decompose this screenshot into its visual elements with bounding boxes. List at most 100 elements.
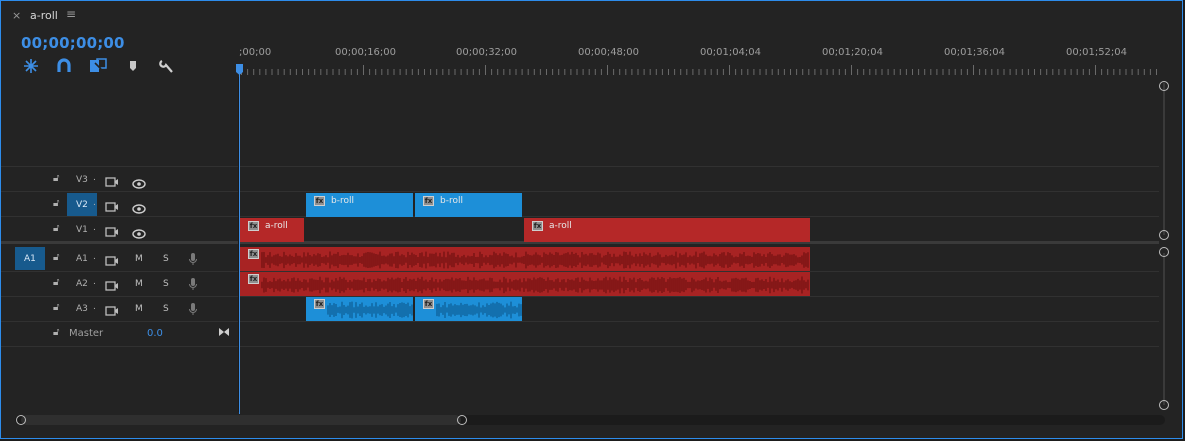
track-header-a2: 🔓︎ A2 . M S [1,272,238,296]
go-to-in-out-icon[interactable] [218,323,230,342]
scroll-handle-top[interactable] [1159,247,1169,257]
audio-clip-a3-b-roll[interactable]: fx [415,297,522,321]
clip-label: b-roll [331,196,354,206]
mute-button[interactable]: M [135,304,143,314]
mute-button[interactable]: M [135,279,143,289]
audio-clip-a1[interactable]: fx [240,247,810,271]
playhead-line [239,64,240,414]
marker-icon[interactable] [124,58,142,74]
track-label[interactable]: A2 [76,279,88,289]
horizontal-scrollbar-thumb[interactable] [21,415,461,425]
clip-label: a-roll [265,221,288,231]
ruler-label: 00;01;52;04 [1066,47,1128,58]
lock-icon[interactable]: 🔓︎ [53,252,59,263]
video-clip-b-roll[interactable]: fx b-roll [306,193,413,217]
ruler-label: 00;01;36;04 [944,47,1006,58]
playhead-handle[interactable] [236,61,244,80]
ruler-label: 00;01;20;04 [822,47,884,58]
lock-icon[interactable]: 🔓︎ [53,277,59,288]
source-patch-a1[interactable]: A1 [15,247,45,270]
playhead-timecode[interactable]: 00;00;00;00 [21,34,125,52]
tab-bar: × a-roll ≡ [1,1,1182,31]
fx-badge-icon: fx [532,221,543,231]
clip-label: b-roll [440,196,463,206]
sync-lock-icon[interactable] [105,277,119,296]
track-divider [1,346,1159,347]
sequence-tab-title[interactable]: a-roll [30,9,58,22]
waveform-path [327,301,413,319]
solo-button[interactable]: S [163,254,169,264]
timeline-panel: × a-roll ≡ 00;00;00;00 ;00;00 00;00;16;0… [0,0,1183,439]
sync-lock-icon[interactable] [105,173,119,192]
master-volume-value[interactable]: 0.0 [147,328,163,339]
clip-label: a-roll [549,221,572,231]
eye-icon[interactable] [132,199,146,218]
track-header-v2: 🔓︎ V2 . [1,193,238,217]
scroll-handle-top[interactable] [1159,81,1169,91]
track-label[interactable]: A1 [76,254,88,264]
lock-icon[interactable]: 🔓︎ [53,302,59,313]
solo-button[interactable]: S [163,304,169,314]
microphone-icon[interactable] [188,301,198,320]
zoom-handle-left[interactable] [16,415,26,425]
microphone-icon[interactable] [188,251,198,270]
waveform-path [261,276,809,294]
master-label: Master [69,328,104,339]
track-header-v3: 🔓︎ V3 . [1,168,238,192]
lock-icon[interactable]: 🔓︎ [53,173,59,184]
track-label[interactable]: A3 [76,304,88,314]
audio-waveform [261,251,809,269]
waveform-path [436,301,522,319]
audio-clip-a3-b-roll[interactable]: fx [306,297,413,321]
sync-lock-icon[interactable] [105,252,119,271]
close-icon[interactable]: × [12,9,21,22]
fx-badge-icon: fx [423,196,434,206]
sync-lock-icon[interactable] [105,198,119,217]
video-vertical-scrollbar[interactable] [1163,83,1165,235]
audio-clip-a2[interactable]: fx [240,272,810,296]
linked-selection-icon[interactable] [89,58,107,74]
waveform-path [261,251,809,269]
solo-button[interactable]: S [163,279,169,289]
lock-icon[interactable]: 🔓︎ [53,198,59,209]
audio-vertical-scrollbar[interactable] [1163,253,1165,405]
video-clip-a-roll[interactable]: fx a-roll [240,218,304,242]
lock-icon[interactable]: 🔓︎ [53,223,59,234]
fx-badge-icon: fx [248,221,259,231]
eye-icon[interactable] [132,174,146,193]
time-ruler[interactable] [241,65,1161,75]
video-clip-a-roll[interactable]: fx a-roll [524,218,810,242]
timeline-tracks[interactable] [239,77,1159,412]
nest-icon[interactable] [22,58,40,74]
magnet-icon[interactable] [55,58,73,74]
microphone-icon[interactable] [188,276,198,295]
track-header-v1: 🔓︎ V1 . [1,218,238,242]
fx-badge-icon: fx [314,196,325,206]
audio-waveform [327,301,413,319]
track-header-a1: A1 🔓︎ A1 . M S [1,247,238,271]
ruler-label: 00;01;04;04 [700,47,762,58]
scroll-handle-bottom[interactable] [1159,400,1169,410]
eye-icon[interactable] [132,224,146,243]
video-clip-b-roll[interactable]: fx b-roll [415,193,522,217]
track-label[interactable]: V2 [76,200,88,210]
ruler-label: 00;00;48;00 [578,47,640,58]
track-label[interactable]: V3 [76,175,88,185]
mute-button[interactable]: M [135,254,143,264]
track-header-a3: 🔓︎ A3 . M S [1,297,238,321]
sync-lock-icon[interactable] [105,302,119,321]
ruler-label: 00;00;32;00 [456,47,518,58]
track-header-master: 🔓︎ Master 0.0 [1,322,238,346]
track-label[interactable]: V1 [76,225,88,235]
hamburger-menu-icon[interactable]: ≡ [66,7,76,21]
lock-icon[interactable]: 🔓︎ [53,327,59,338]
track-divider [1,166,1159,167]
scroll-handle-bottom[interactable] [1159,230,1169,240]
ruler-label: 00;00;16;00 [335,47,397,58]
ruler-label: ;00;00 [239,47,272,58]
audio-waveform [261,276,809,294]
audio-waveform [436,301,522,319]
zoom-handle-right[interactable] [457,415,467,425]
wrench-icon[interactable] [158,58,176,74]
sync-lock-icon[interactable] [105,223,119,242]
